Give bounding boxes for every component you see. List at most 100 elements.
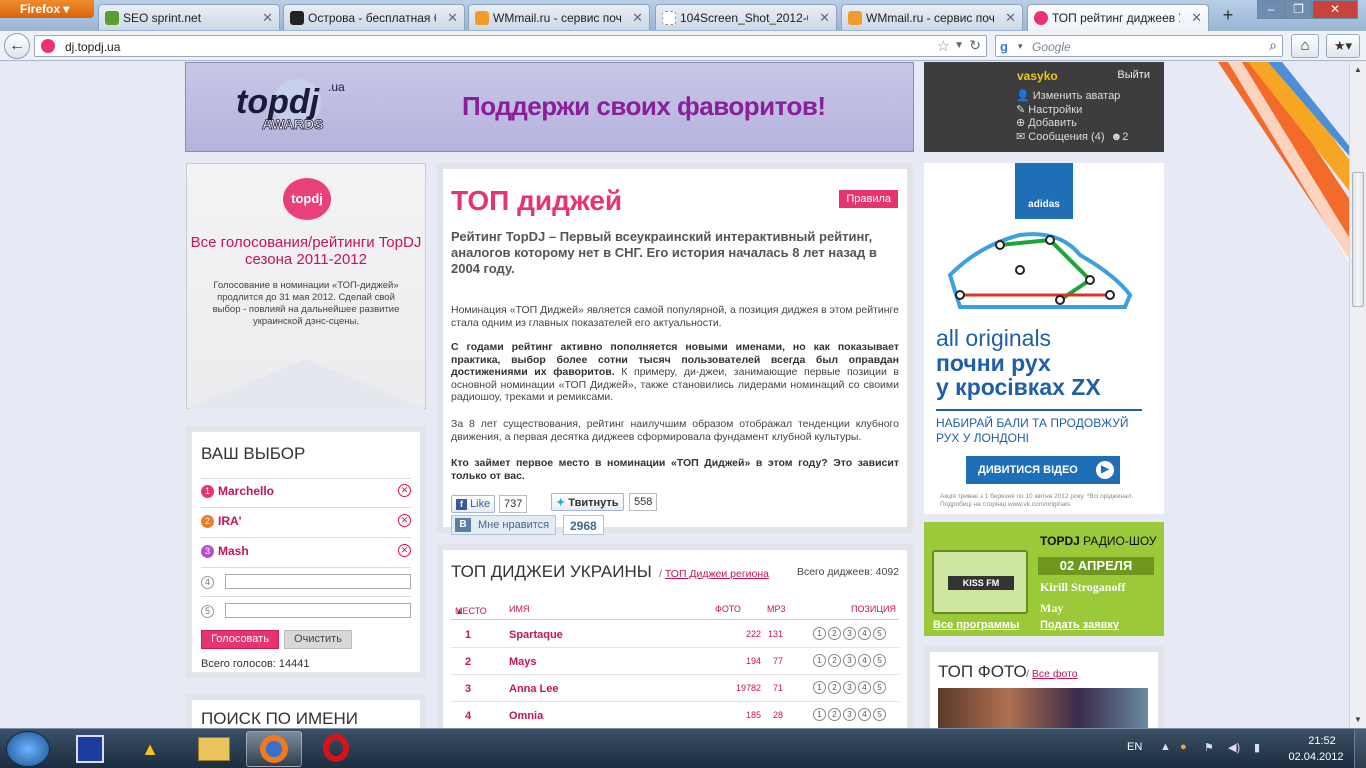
remove-icon[interactable]: ✕ <box>398 484 411 497</box>
rank-3-button[interactable]: 3 <box>843 708 856 721</box>
rank-3-button[interactable]: 3 <box>843 654 856 667</box>
history-dropdown-icon[interactable]: ▼ <box>954 40 964 51</box>
username-link[interactable]: vasyko <box>1017 69 1058 83</box>
row-mp3-count[interactable]: 131 <box>761 629 783 639</box>
choice-name[interactable]: Marchello <box>218 484 274 498</box>
col-photo[interactable]: ФОТО <box>715 604 741 614</box>
search-bar[interactable]: g ▾ Google ⌕ <box>995 35 1283 57</box>
start-button[interactable] <box>6 731 50 767</box>
bookmarks-menu-button[interactable]: ★▾ <box>1326 34 1360 58</box>
row-photo-count[interactable]: 185 <box>721 710 761 720</box>
row-mp3-count[interactable]: 77 <box>761 656 783 666</box>
rank-4-button[interactable]: 4 <box>858 627 871 640</box>
close-tab-icon[interactable]: ✕ <box>447 10 458 26</box>
rank-5-button[interactable]: 5 <box>873 654 886 667</box>
rank-2-button[interactable]: 2 <box>828 654 841 667</box>
rank-2-button[interactable]: 2 <box>828 681 841 694</box>
tab-1[interactable]: SEO sprint.net ✕ <box>98 4 280 30</box>
row-mp3-count[interactable]: 28 <box>761 710 783 720</box>
row-mp3-count[interactable]: 71 <box>761 683 783 693</box>
engine-dropdown-icon[interactable]: ▾ <box>1018 41 1023 52</box>
change-avatar-link[interactable]: 👤 Изменить аватар <box>1016 90 1128 104</box>
messages-link[interactable]: ✉ Сообщения (4) ☻2 <box>1016 131 1128 145</box>
volume-icon[interactable]: ◀) <box>1228 741 1240 754</box>
radio-dj-2[interactable]: May <box>1040 601 1063 616</box>
rank-5-button[interactable]: 5 <box>873 708 886 721</box>
rank-3-button[interactable]: 3 <box>843 627 856 640</box>
clear-button[interactable]: Очистить <box>284 630 352 649</box>
rules-button[interactable]: Правила <box>839 190 898 208</box>
home-button[interactable]: ⌂ <box>1291 34 1319 58</box>
col-mp3[interactable]: MP3 <box>767 604 786 614</box>
restore-icon[interactable]: ❐ <box>1285 0 1312 19</box>
rank-1-button[interactable]: 1 <box>813 681 826 694</box>
back-button[interactable]: ← <box>4 33 30 59</box>
minimize-icon[interactable]: – <box>1257 0 1285 19</box>
clock-date[interactable]: 02.04.2012 <box>1286 751 1346 763</box>
row-photo-count[interactable]: 194 <box>721 656 761 666</box>
scroll-down-icon[interactable]: ▼ <box>1350 712 1366 728</box>
rank-2-button[interactable]: 2 <box>828 708 841 721</box>
vk-like-button[interactable]: В Мне нравится <box>451 515 556 535</box>
row-dj-name[interactable]: Mays <box>509 656 537 668</box>
rank-5-button[interactable]: 5 <box>873 627 886 640</box>
rank-4-button[interactable]: 4 <box>858 708 871 721</box>
rank-4-button[interactable]: 4 <box>858 681 871 694</box>
remove-icon[interactable]: ✕ <box>398 514 411 527</box>
tweet-button[interactable]: ✦ Твитнуть <box>551 493 624 511</box>
tab-5[interactable]: WMmail.ru - сервис почт... ✕ <box>841 4 1023 30</box>
rank-1-button[interactable]: 1 <box>813 708 826 721</box>
rank-1-button[interactable]: 1 <box>813 627 826 640</box>
taskbar-opera-icon[interactable] <box>308 731 364 767</box>
close-tab-icon[interactable]: ✕ <box>1005 10 1016 26</box>
close-tab-icon[interactable]: ✕ <box>262 10 273 26</box>
firefox-menu-button[interactable]: Firefox ▾ <box>0 0 94 18</box>
region-link[interactable]: ТОП Диджеи региона <box>665 568 769 580</box>
rank-3-button[interactable]: 3 <box>843 681 856 694</box>
voting-promo-title[interactable]: Все голосования/рейтинги TopDJ сезона 20… <box>187 234 425 268</box>
facebook-like-button[interactable]: f Like <box>451 495 496 513</box>
row-dj-name[interactable]: Spartaque <box>509 629 563 641</box>
rank-1-button[interactable]: 1 <box>813 654 826 667</box>
row-dj-name[interactable]: Omnia <box>509 710 543 722</box>
url-bar[interactable]: dj.topdj.ua ☆ ▼ ↻ <box>34 35 987 57</box>
close-tab-icon[interactable]: ✕ <box>632 10 643 26</box>
awards-banner[interactable]: topdj .ua AWARDS Поддержи своих фаворито… <box>185 62 914 152</box>
top-photo-image[interactable] <box>938 688 1148 728</box>
search-placeholder[interactable]: Google <box>1032 40 1071 54</box>
avatar[interactable] <box>924 62 1010 152</box>
rank-4-button[interactable]: 4 <box>858 654 871 667</box>
watch-video-button[interactable]: ДИВИТИСЯ ВІДЕО ▶ <box>966 456 1120 484</box>
language-indicator[interactable]: EN <box>1127 741 1142 753</box>
tab-6-active[interactable]: ТОП рейтинг диджеев У... ✕ <box>1027 4 1209 31</box>
google-icon[interactable]: g <box>1000 39 1016 54</box>
tab-4[interactable]: 104Screen_Shot_2012-03-... ✕ <box>655 4 837 30</box>
row-dj-name[interactable]: Anna Lee <box>509 683 559 695</box>
rank-2-button[interactable]: 2 <box>828 627 841 640</box>
tab-2[interactable]: Острова - бесплатная б... ✕ <box>283 4 465 30</box>
taskbar-save-app-icon[interactable] <box>62 731 118 767</box>
show-desktop-button[interactable] <box>1354 729 1366 768</box>
settings-link[interactable]: ✎ Настройки <box>1016 104 1128 118</box>
adidas-ad[interactable]: adidas all originals почни рух у кросівк… <box>924 163 1164 514</box>
vertical-scrollbar[interactable]: ▲ ▼ <box>1349 62 1366 728</box>
new-tab-button[interactable]: + <box>1215 5 1241 29</box>
radio-dj-1[interactable]: Kirill Stroganoff <box>1040 580 1125 595</box>
row-photo-count[interactable]: 222 <box>721 629 761 639</box>
add-link[interactable]: ⊕ Добавить <box>1016 117 1128 131</box>
rank-5-button[interactable]: 5 <box>873 681 886 694</box>
choice-input-4[interactable] <box>225 574 411 589</box>
taskbar-explorer-icon[interactable] <box>186 731 242 767</box>
choice-name[interactable]: Mash <box>218 544 249 558</box>
all-photos-link[interactable]: Все фото <box>1032 668 1078 680</box>
reload-icon[interactable]: ↻ <box>969 37 981 54</box>
remove-icon[interactable]: ✕ <box>398 544 411 557</box>
clock-time[interactable]: 21:52 <box>1298 735 1346 747</box>
tray-app-icon[interactable]: ● <box>1180 741 1187 753</box>
search-icon[interactable]: ⌕ <box>1269 37 1277 54</box>
choice-name[interactable]: IRA' <box>218 514 242 528</box>
choice-input-5[interactable] <box>225 603 411 618</box>
url-text[interactable]: dj.topdj.ua <box>65 40 120 54</box>
show-hidden-icons-icon[interactable]: ▲ <box>1160 741 1171 753</box>
scroll-thumb[interactable] <box>1352 172 1364 307</box>
